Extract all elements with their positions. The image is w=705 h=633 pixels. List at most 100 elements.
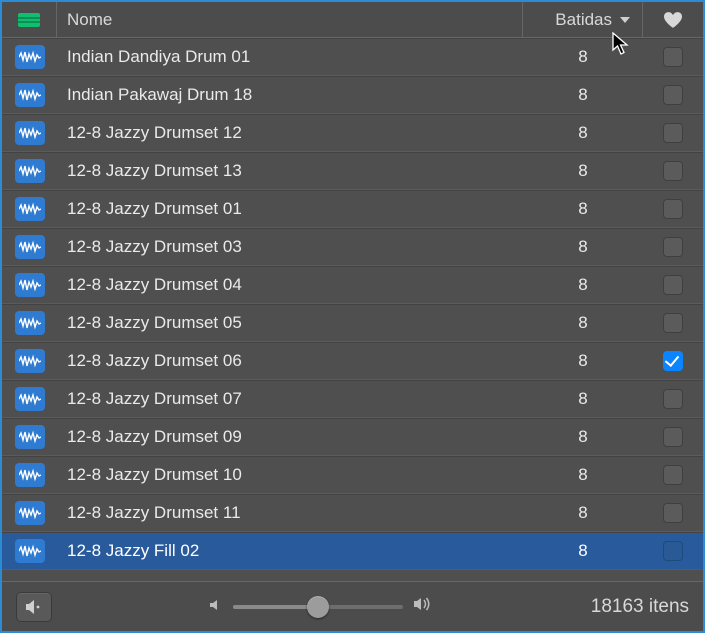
- favorite-cell: [643, 541, 703, 561]
- audio-loop-icon: [15, 197, 45, 221]
- audio-loop-icon: [15, 311, 45, 335]
- item-count-word: itens: [649, 596, 689, 617]
- heart-icon: [664, 12, 682, 28]
- table-row[interactable]: 12-8 Jazzy Drumset 098: [2, 418, 703, 456]
- table-row[interactable]: 12-8 Jazzy Drumset 128: [2, 114, 703, 152]
- favorite-checkbox[interactable]: [663, 275, 683, 295]
- audio-loop-icon: [15, 83, 45, 107]
- loop-beats: 8: [523, 47, 643, 67]
- table-row[interactable]: 12-8 Jazzy Drumset 048: [2, 266, 703, 304]
- loop-beats: 8: [523, 199, 643, 219]
- loop-type-cell: [2, 311, 57, 335]
- audio-loop-icon: [15, 45, 45, 69]
- chevron-down-icon: [620, 17, 630, 23]
- column-header-name-label: Nome: [67, 10, 112, 30]
- favorite-cell: [643, 465, 703, 485]
- loop-type-cell: [2, 159, 57, 183]
- favorite-cell: [643, 199, 703, 219]
- loop-name: 12-8 Jazzy Drumset 11: [57, 503, 523, 523]
- favorite-cell: [643, 427, 703, 447]
- item-count-number: 18163: [591, 596, 644, 617]
- favorite-checkbox[interactable]: [663, 427, 683, 447]
- column-header-beats[interactable]: Batidas: [523, 2, 643, 37]
- footer-bar: 18163 itens: [2, 581, 703, 631]
- favorite-checkbox[interactable]: [663, 313, 683, 333]
- favorite-checkbox[interactable]: [663, 541, 683, 561]
- favorite-checkbox[interactable]: [663, 47, 683, 67]
- loop-type-cell: [2, 197, 57, 221]
- audio-loop-icon: [15, 539, 45, 563]
- table-row[interactable]: 12-8 Jazzy Drumset 138: [2, 152, 703, 190]
- audio-loop-icon: [15, 463, 45, 487]
- table-row[interactable]: 12-8 Jazzy Fill 028: [2, 532, 703, 570]
- audio-loop-icon: [15, 425, 45, 449]
- favorite-checkbox[interactable]: [663, 503, 683, 523]
- table-row[interactable]: 12-8 Jazzy Drumset 038: [2, 228, 703, 266]
- loop-beats: 8: [523, 275, 643, 295]
- loop-beats: 8: [523, 351, 643, 371]
- table-row[interactable]: 12-8 Jazzy Drumset 078: [2, 380, 703, 418]
- loop-name: 12-8 Jazzy Drumset 06: [57, 351, 523, 371]
- loop-name: 12-8 Jazzy Drumset 09: [57, 427, 523, 447]
- loop-beats: 8: [523, 313, 643, 333]
- loop-type-cell: [2, 463, 57, 487]
- favorite-cell: [643, 503, 703, 523]
- loop-type-cell: [2, 425, 57, 449]
- favorite-cell: [643, 47, 703, 67]
- speaker-icon: [25, 599, 43, 615]
- favorite-checkbox[interactable]: [663, 161, 683, 181]
- loop-name: 12-8 Jazzy Drumset 10: [57, 465, 523, 485]
- loop-type-cell: [2, 235, 57, 259]
- preview-play-button[interactable]: [16, 592, 52, 622]
- table-row[interactable]: 12-8 Jazzy Drumset 118: [2, 494, 703, 532]
- loop-type-cell: [2, 121, 57, 145]
- volume-slider-fill: [233, 605, 318, 609]
- table-row[interactable]: 12-8 Jazzy Drumset 068: [2, 342, 703, 380]
- favorite-cell: [643, 389, 703, 409]
- favorite-checkbox[interactable]: [663, 199, 683, 219]
- table-row[interactable]: Indian Pakawaj Drum 188: [2, 76, 703, 114]
- view-mode-cell[interactable]: [2, 2, 57, 37]
- loop-name: 12-8 Jazzy Drumset 05: [57, 313, 523, 333]
- loop-beats: 8: [523, 237, 643, 257]
- loop-name: Indian Dandiya Drum 01: [57, 47, 523, 67]
- loop-beats: 8: [523, 503, 643, 523]
- favorite-checkbox[interactable]: [663, 351, 683, 371]
- loop-beats: 8: [523, 389, 643, 409]
- loop-name: 12-8 Jazzy Drumset 13: [57, 161, 523, 181]
- loop-name: 12-8 Jazzy Drumset 01: [57, 199, 523, 219]
- loop-type-cell: [2, 349, 57, 373]
- column-header-beats-label: Batidas: [555, 10, 612, 30]
- loop-list: Indian Dandiya Drum 018Indian Pakawaj Dr…: [2, 38, 703, 581]
- table-row[interactable]: Indian Dandiya Drum 018: [2, 38, 703, 76]
- audio-loop-icon: [15, 273, 45, 297]
- loop-name: 12-8 Jazzy Drumset 04: [57, 275, 523, 295]
- loop-name: Indian Pakawaj Drum 18: [57, 85, 523, 105]
- loop-type-cell: [2, 273, 57, 297]
- table-row[interactable]: 12-8 Jazzy Drumset 018: [2, 190, 703, 228]
- loop-name: 12-8 Jazzy Drumset 12: [57, 123, 523, 143]
- audio-loop-icon: [15, 501, 45, 525]
- column-header-favorite[interactable]: [643, 2, 703, 37]
- loop-beats: 8: [523, 427, 643, 447]
- table-row[interactable]: 12-8 Jazzy Drumset 058: [2, 304, 703, 342]
- favorite-checkbox[interactable]: [663, 123, 683, 143]
- favorite-checkbox[interactable]: [663, 237, 683, 257]
- table-row[interactable]: 12-8 Jazzy Drumset 108: [2, 456, 703, 494]
- loop-type-cell: [2, 501, 57, 525]
- column-header-name[interactable]: Nome: [57, 2, 523, 37]
- loop-type-cell: [2, 387, 57, 411]
- loop-beats: 8: [523, 85, 643, 105]
- favorite-checkbox[interactable]: [663, 85, 683, 105]
- loop-beats: 8: [523, 541, 643, 561]
- audio-loop-icon: [15, 121, 45, 145]
- favorite-cell: [643, 275, 703, 295]
- favorite-cell: [643, 313, 703, 333]
- volume-slider-thumb[interactable]: [307, 596, 329, 618]
- audio-loop-icon: [15, 387, 45, 411]
- volume-slider[interactable]: [233, 605, 403, 609]
- favorite-checkbox[interactable]: [663, 389, 683, 409]
- audio-loop-icon: [15, 349, 45, 373]
- loop-type-cell: [2, 539, 57, 563]
- favorite-checkbox[interactable]: [663, 465, 683, 485]
